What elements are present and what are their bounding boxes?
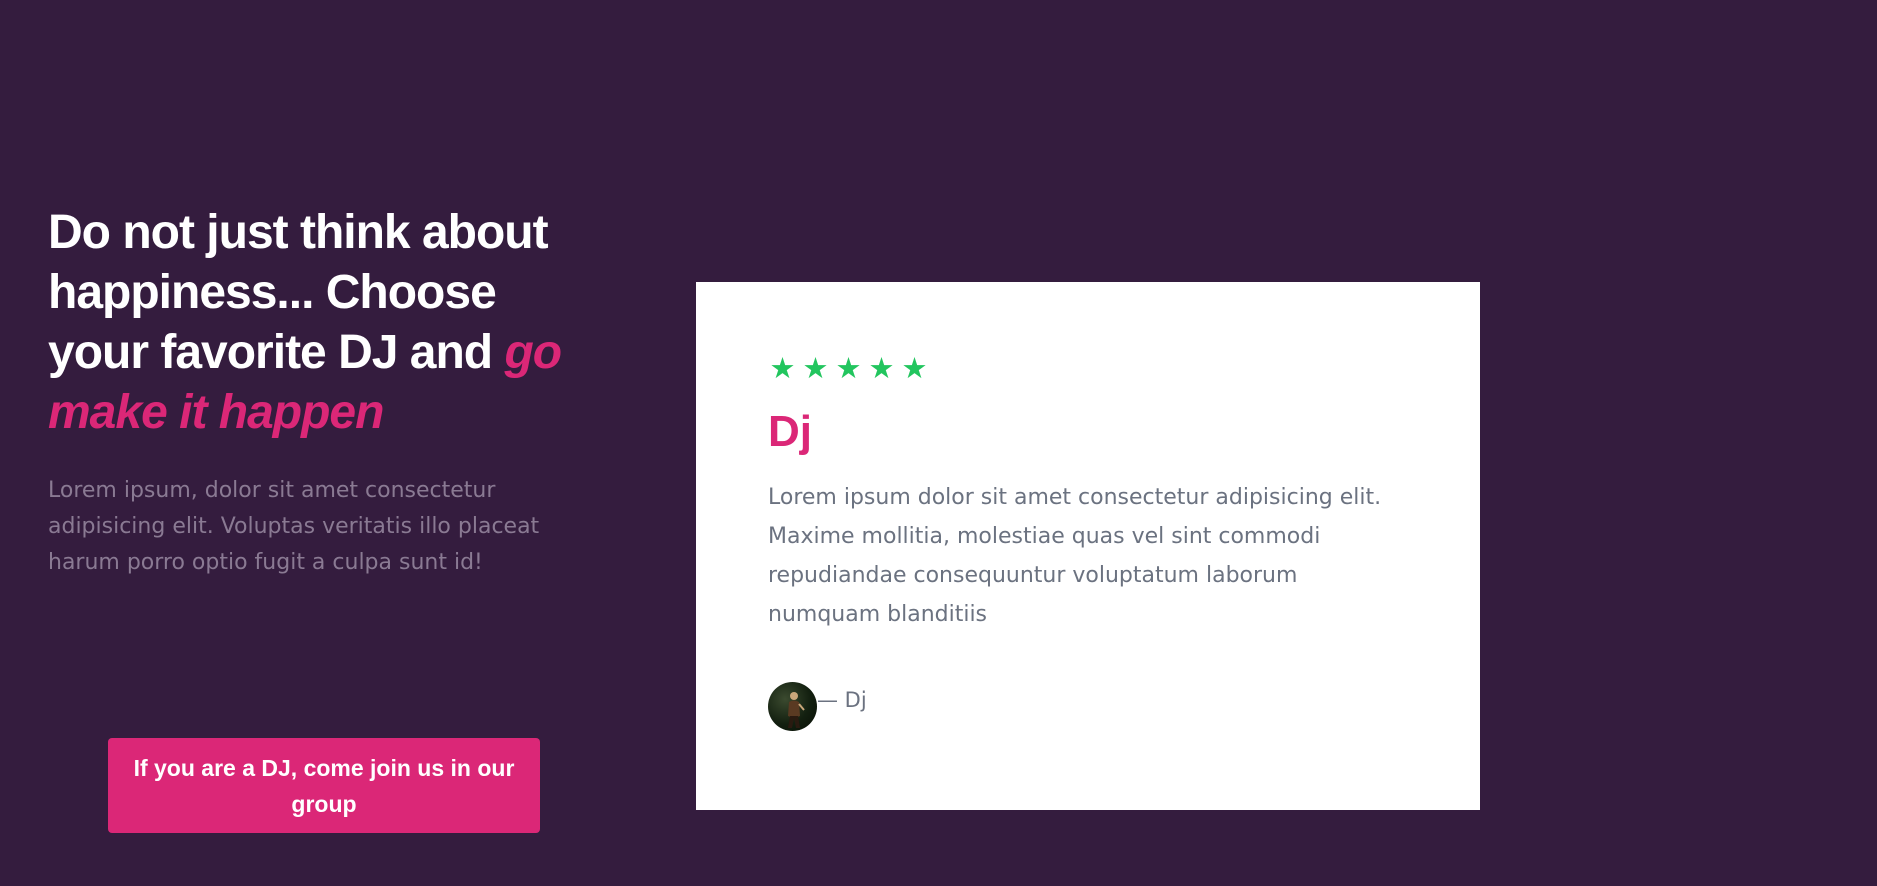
star-icon: ★ — [835, 351, 862, 385]
reviewer-name: — Dj — [817, 687, 867, 712]
review-body: Lorem ipsum dolor sit amet consectetur a… — [768, 485, 1382, 627]
join-group-button[interactable]: If you are a DJ, come join us in our gro… — [108, 738, 540, 833]
star-icon: ★ — [868, 351, 895, 385]
review-title: Dj — [768, 407, 812, 456]
star-icon: ★ — [901, 351, 928, 385]
dj-avatar-icon — [768, 682, 817, 731]
hero-headline: Do not just think about happiness... Cho… — [48, 203, 608, 443]
reviewer: — Dj — [768, 682, 1408, 731]
star-icon: ★ — [769, 351, 796, 385]
review-card: ★ ★ ★ ★ ★ Dj Lorem ipsum dolor sit amet … — [696, 282, 1480, 810]
hero-section: Do not just think about happiness... Cho… — [48, 203, 608, 581]
star-rating: ★ ★ ★ ★ ★ — [768, 352, 1408, 384]
headline-text: Do not just think about happiness... Cho… — [48, 206, 549, 379]
hero-subtext: Lorem ipsum, dolor sit amet consectetur … — [48, 478, 540, 575]
star-icon: ★ — [802, 351, 829, 385]
